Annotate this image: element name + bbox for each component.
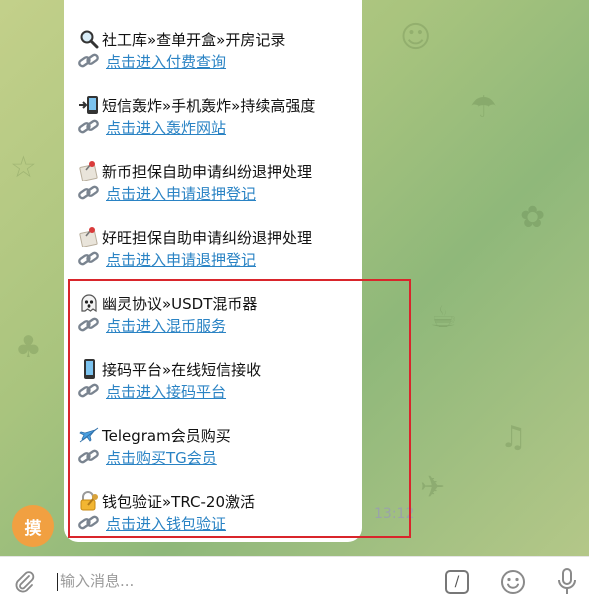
magnifier-icon: [78, 29, 100, 49]
entry-link[interactable]: 点击进入钱包验证: [106, 513, 226, 534]
list-item: 接码平台»在线短信接收 点击进入接码平台: [78, 358, 358, 402]
entry-title: 钱包验证»TRC-20激活: [78, 490, 358, 512]
message-bubble: 点击进入查询记录 社工库»查单开盒»开房记录 点击进入付费查询 短信轰炸»手机轰…: [64, 0, 414, 542]
entry-title: 好旺担保自助申请纠纷退押处理: [78, 226, 358, 248]
link-chain-icon: [78, 382, 100, 400]
list-item: 社工库»查单开盒»开房记录 点击进入付费查询: [78, 28, 358, 72]
pin-note-icon: [78, 161, 100, 181]
link-chain-icon: [78, 118, 100, 136]
entry-link[interactable]: 点击进入混币服务: [106, 315, 226, 336]
entry-title: 社工库»查单开盒»开房记录: [78, 28, 358, 50]
list-item: 短信轰炸»手机轰炸»持续高强度 点击进入轰炸网站: [78, 94, 358, 138]
mobile-arrow-icon: [78, 95, 100, 115]
doodle-icon: ☺: [400, 20, 432, 55]
ghost-icon: [78, 293, 100, 313]
mobile-phone-icon: [78, 359, 100, 379]
entry-title: 新币担保自助申请纠纷退押处理: [78, 160, 358, 182]
doodle-icon: ♣: [15, 330, 42, 365]
list-item: Telegram会员购买 点击购买TG会员: [78, 424, 358, 468]
doodle-icon: ♫: [500, 420, 527, 455]
doodle-icon: ☂: [470, 90, 497, 125]
doodle-icon: ☆: [10, 150, 37, 185]
doodle-icon: ✈: [420, 470, 446, 505]
microphone-icon[interactable]: [555, 567, 579, 597]
message-composer: /: [0, 556, 589, 604]
entry-title: 幽灵协议»USDT混币器: [78, 292, 358, 314]
paperclip-icon[interactable]: [12, 569, 38, 595]
entry-link[interactable]: 点击进入付费查询: [106, 51, 226, 72]
entry-link[interactable]: 点击进入轰炸网站: [106, 117, 226, 138]
lock-key-icon: [78, 491, 100, 511]
message-input[interactable]: [60, 569, 420, 593]
doodle-icon: ☕: [430, 300, 457, 335]
list-item: 点击进入查询记录: [78, 0, 358, 2]
link-chain-icon: [78, 514, 100, 532]
entry-title: Telegram会员购买: [78, 424, 358, 446]
list-item: 好旺担保自助申请纠纷退押处理 点击进入申请退押登记: [78, 226, 358, 270]
text-cursor: [57, 573, 58, 591]
entry-link[interactable]: 点击进入申请退押登记: [106, 183, 256, 204]
emoji-icon[interactable]: [499, 568, 527, 596]
entry-title: 短信轰炸»手机轰炸»持续高强度: [78, 94, 358, 116]
entry-link[interactable]: 点击进入申请退押登记: [106, 249, 256, 270]
pin-note-icon: [78, 227, 100, 247]
airplane-icon: [78, 425, 100, 445]
link-chain-icon: [78, 448, 100, 466]
entry-link[interactable]: 点击购买TG会员: [106, 447, 217, 468]
list-item: 幽灵协议»USDT混币器 点击进入混币服务: [78, 292, 358, 336]
list-item: 钱包验证»TRC-20激活 点击进入钱包验证: [78, 490, 358, 534]
message-time: 13:12: [374, 506, 415, 522]
link-chain-icon: [78, 184, 100, 202]
doodle-icon: ✿: [520, 200, 546, 235]
link-chain-icon: [78, 316, 100, 334]
link-chain-icon: [78, 250, 100, 268]
entry-title: 接码平台»在线短信接收: [78, 358, 358, 380]
avatar[interactable]: 摸: [12, 505, 54, 547]
link-chain-icon: [78, 52, 100, 70]
entry-link[interactable]: 点击进入接码平台: [106, 381, 226, 402]
bot-command-button[interactable]: /: [445, 570, 469, 594]
list-item: 新币担保自助申请纠纷退押处理 点击进入申请退押登记: [78, 160, 358, 204]
